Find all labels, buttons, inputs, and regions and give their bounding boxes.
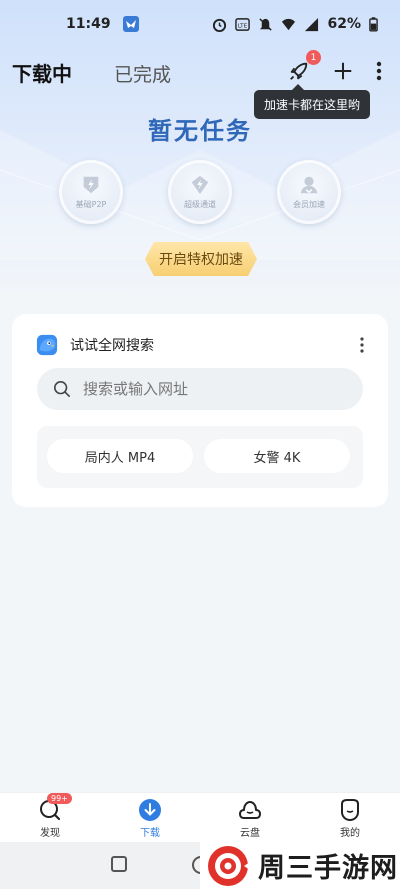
nav-label: 我的 (340, 828, 360, 839)
watermark-logo-icon (208, 845, 250, 886)
bottom-nav: 99+ 发现 下载 云盘 我的 (0, 792, 400, 842)
nav-label: 发现 (40, 828, 60, 839)
nav-profile[interactable]: 我的 (300, 793, 400, 842)
perk-label: 会员加速 (293, 200, 325, 209)
plus-icon (334, 62, 352, 80)
nav-label: 下载 (140, 828, 160, 839)
boost-badge: 1 (306, 50, 321, 65)
perk-vip-boost: 会员加速 (277, 160, 341, 224)
nav-discover[interactable]: 99+ 发现 (0, 793, 100, 842)
more-menu-button[interactable] (374, 58, 384, 84)
battery-percent: 62% (327, 16, 361, 32)
lightning-shield-icon (83, 176, 99, 194)
search-card: 试试全网搜索 局内人 MP4 女警 4K (12, 314, 388, 507)
signal-4g-icon (305, 17, 319, 31)
nav-label: 云盘 (240, 828, 260, 839)
card-more-icon[interactable] (358, 336, 366, 354)
perk-label: 超级通道 (184, 200, 216, 209)
more-vertical-icon (376, 61, 382, 81)
search-box[interactable] (37, 368, 363, 410)
perk-super-channel: 超级通道 (168, 160, 232, 224)
vip-avatar-icon (300, 176, 318, 194)
boost-card-button[interactable]: 1 (286, 50, 321, 84)
diamond-bolt-icon (191, 175, 209, 195)
suggestion-chip[interactable]: 女警 4K (204, 439, 350, 473)
recent-apps-button[interactable] (111, 856, 127, 872)
nav-download[interactable]: 下载 (100, 793, 200, 842)
search-input[interactable] (83, 380, 333, 398)
app-notification-icon (122, 16, 139, 32)
header-actions: 1 (286, 50, 384, 84)
download-tabs: 下载中 已完成 (12, 58, 171, 87)
search-card-header: 试试全网搜索 (36, 334, 154, 356)
add-task-button[interactable] (330, 58, 356, 84)
empty-state-title: 暂无任务 (148, 117, 252, 145)
battery-icon (369, 16, 378, 31)
status-bar: 11:49 LTE 62% (0, 0, 400, 48)
wifi-icon (282, 18, 296, 30)
status-time: 11:49 (66, 16, 111, 32)
watermark-text: 周三手游网 (258, 853, 398, 884)
perk-list: 基础P2P 超级通道 会员加速 (0, 160, 400, 224)
volte-icon: LTE (235, 17, 251, 31)
discover-badge: 99+ (47, 793, 72, 804)
mute-icon (259, 17, 273, 31)
rocket-icon (290, 62, 308, 80)
tab-downloading[interactable]: 下载中 (12, 58, 72, 87)
nav-cloud[interactable]: 云盘 (200, 793, 300, 842)
profile-icon (341, 799, 359, 822)
alarm-icon (213, 18, 227, 32)
cloud-icon (239, 801, 261, 819)
download-icon (139, 799, 161, 821)
bird-mascot-icon (36, 334, 58, 356)
enable-boost-button[interactable]: 开启特权加速 (145, 242, 257, 276)
suggestion-panel: 局内人 MP4 女警 4K (37, 426, 363, 488)
tab-completed[interactable]: 已完成 (114, 60, 171, 87)
perk-label: 基础P2P (75, 200, 107, 209)
svg-text:LTE: LTE (238, 23, 248, 29)
search-icon (53, 380, 71, 398)
perk-basic-p2p: 基础P2P (59, 160, 123, 224)
suggestion-chip[interactable]: 局内人 MP4 (47, 439, 193, 473)
search-card-title: 试试全网搜索 (70, 338, 154, 354)
watermark: 周三手游网 (200, 842, 400, 889)
